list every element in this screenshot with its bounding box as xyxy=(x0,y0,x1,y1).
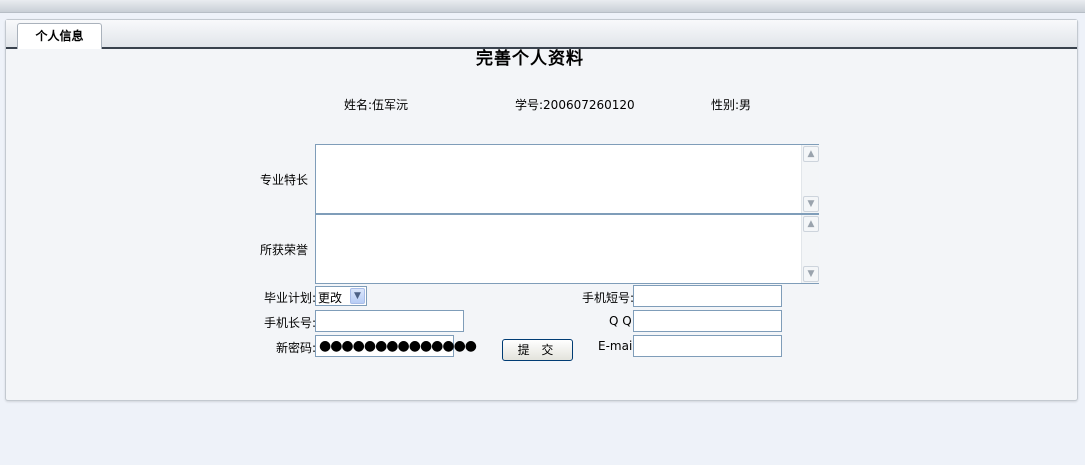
grad-plan-label: 毕业计划: xyxy=(264,291,317,305)
password-input[interactable]: ●●●●●●●●●●●●●● xyxy=(315,335,477,357)
long-phone-label: 手机长号: xyxy=(264,316,317,330)
grad-plan-selected: 更改 xyxy=(318,291,343,305)
top-bar xyxy=(0,0,1085,13)
scroll-up-arrow-icon[interactable]: ▲ xyxy=(803,216,819,232)
student-id: 学号:200607260120 xyxy=(515,98,635,112)
grad-plan-select[interactable]: 更改 ▼ xyxy=(315,286,367,306)
scroll-down-arrow-icon[interactable]: ▼ xyxy=(803,266,819,282)
honors-scrollbar[interactable]: ▲ ▼ xyxy=(801,215,819,283)
page-title: 完善个人资料 xyxy=(476,49,584,69)
specialty-textarea[interactable] xyxy=(315,144,819,214)
submit-button[interactable]: 提 交 xyxy=(502,339,573,361)
specialty-label: 专业特长 xyxy=(260,173,309,187)
short-phone-label: 手机短号: xyxy=(582,291,635,305)
password-label: 新密码: xyxy=(276,341,317,355)
short-phone-input[interactable] xyxy=(633,285,782,307)
long-phone-input[interactable] xyxy=(315,310,464,332)
scroll-down-arrow-icon[interactable]: ▼ xyxy=(803,196,819,212)
qq-label: Q Q: xyxy=(609,314,636,328)
scroll-up-arrow-icon[interactable]: ▲ xyxy=(803,146,819,162)
qq-input[interactable] xyxy=(633,310,782,332)
honors-textarea[interactable] xyxy=(315,214,819,284)
student-name: 姓名:伍军沅 xyxy=(344,98,409,112)
specialty-scrollbar[interactable]: ▲ ▼ xyxy=(801,145,819,213)
student-gender: 性别:男 xyxy=(711,98,752,112)
chevron-down-icon[interactable]: ▼ xyxy=(350,288,365,304)
tab-personal-info[interactable]: 个人信息 xyxy=(17,23,102,49)
email-input[interactable] xyxy=(633,335,782,357)
honors-label: 所获荣誉 xyxy=(260,243,309,257)
